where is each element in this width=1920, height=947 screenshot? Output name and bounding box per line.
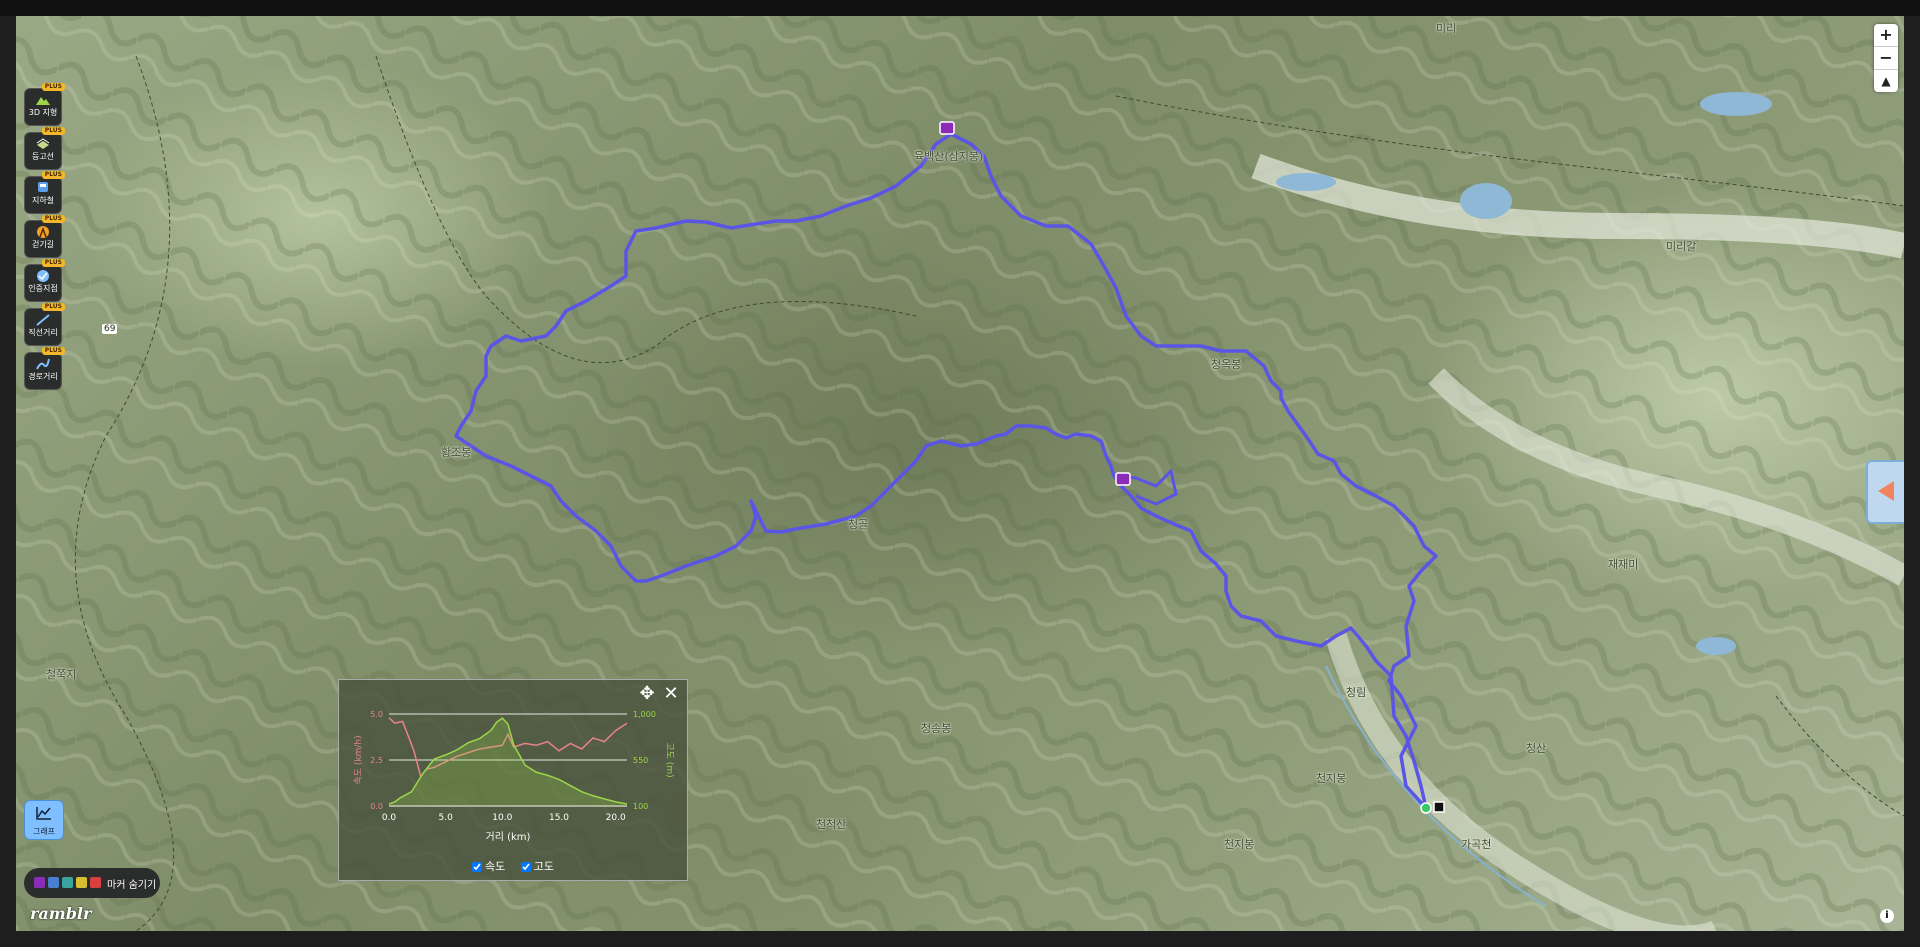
label-peak-3: 황조봉	[441, 446, 472, 459]
label-peak-1: 육백산(삼지봉)	[914, 150, 984, 163]
marker-type-icon	[76, 877, 87, 888]
label-peak-2: 청옥봉	[1211, 358, 1242, 371]
tool-contour-button[interactable]: PLUS 등고선	[24, 127, 65, 170]
compass-reset-button[interactable]: ▲	[1874, 70, 1898, 92]
label-road-2: 청림	[1346, 686, 1367, 699]
side-panel-toggle[interactable]	[1866, 460, 1904, 524]
marker-toggle-label: 마커 숨기기	[107, 880, 157, 891]
contour-layers-icon	[36, 138, 50, 149]
photo-marker	[939, 121, 955, 135]
x-tick-label: 20.0	[606, 813, 626, 823]
marker-type-icon	[62, 877, 73, 888]
chart-legend: 속도 고도	[339, 858, 687, 874]
tool-3d-terrain-button[interactable]: PLUS 3D 지형	[24, 83, 65, 126]
plus-badge: PLUS	[41, 303, 65, 311]
x-tick-label: 15.0	[549, 813, 569, 823]
zoom-in-button[interactable]: +	[1874, 24, 1898, 47]
plus-badge: PLUS	[41, 171, 65, 179]
photo-marker	[1115, 472, 1131, 486]
y-left-tick-label: 0.0	[370, 802, 383, 811]
y-right-axis-label: 고도 (m)	[664, 742, 674, 777]
tool-route-distance-button[interactable]: PLUS 경로거리	[24, 347, 65, 390]
label-peak-8: 천지봉	[1224, 838, 1255, 851]
label-peak-4: 청송봉	[921, 722, 952, 735]
y-left-tick-label: 5.0	[370, 710, 383, 719]
x-tick-label: 10.0	[492, 813, 512, 823]
y-left-axis-label: 속도 (km/h)	[353, 735, 364, 784]
elevation-profile-panel: ✥ ✕ 0.0 5.0 10.0 15.0 20.0 0.0 2.5 5.0 100 550 1,0…	[338, 679, 688, 881]
altitude-checkbox[interactable]	[520, 862, 531, 872]
altitude-area	[389, 718, 627, 806]
graph-button[interactable]: 그래프	[24, 800, 64, 840]
plus-badge: PLUS	[41, 259, 65, 267]
marker-toggle-button[interactable]: 마커 숨기기	[24, 868, 160, 898]
speed-legend-toggle[interactable]: 속도	[472, 860, 505, 873]
label-peak-10: 청골	[848, 518, 869, 531]
altitude-legend-toggle[interactable]: 고도	[520, 860, 554, 873]
route-distance-icon	[36, 358, 50, 370]
plus-badge: PLUS	[41, 127, 65, 135]
x-axis-label: 거리 (km)	[486, 831, 531, 843]
info-icon[interactable]: i	[1880, 909, 1894, 923]
tool-walking-trail-button[interactable]: PLUS 걷기길	[24, 215, 65, 258]
tool-certified-spot-button[interactable]: PLUS 인증지점	[24, 259, 65, 302]
left-toolbar: PLUS 3D 지형 PLUS 등고선 PLUS 지하철 PLUS 걷기길 PL…	[24, 83, 65, 396]
elevation-speed-chart: 0.0 5.0 10.0 15.0 20.0 0.0 2.5 5.0 100 550 1,000 거리…	[353, 710, 674, 843]
zoom-control: + − ▲	[1874, 24, 1898, 92]
terrain-3d-icon	[36, 97, 50, 105]
ramblr-logo: ramblr	[30, 904, 92, 923]
label-road-3: 가곡천	[1461, 838, 1492, 851]
label-village-3: 미리	[1436, 22, 1457, 35]
label-village-2: 재재미	[1608, 558, 1639, 571]
label-peak-5: 철쭉지	[46, 668, 77, 681]
certified-spot-icon	[37, 270, 49, 282]
marker-type-icon	[90, 877, 101, 888]
y-right-tick-label: 550	[633, 756, 648, 765]
y-left-tick-label: 2.5	[370, 756, 383, 765]
x-tick-label: 5.0	[439, 813, 454, 823]
start-marker	[1420, 802, 1432, 814]
y-right-tick-label: 1,000	[633, 710, 656, 719]
chart-icon	[36, 807, 51, 820]
top-bar	[0, 0, 1920, 16]
walking-trail-icon	[37, 226, 49, 238]
ruler-line-icon	[36, 314, 50, 326]
finish-marker	[1433, 801, 1445, 813]
label-road-1: 69	[102, 324, 118, 334]
y-right-tick-label: 100	[633, 802, 648, 811]
map-view[interactable]: 육백산(삼지봉) 청옥봉 황조봉 청송봉 철쭉지 천척산 천지봉 천지봉 청산 …	[16, 16, 1904, 931]
speed-checkbox[interactable]	[472, 862, 482, 872]
triangle-left-icon	[1878, 481, 1894, 501]
label-peak-7: 천지봉	[1316, 772, 1347, 785]
subway-icon	[38, 182, 48, 192]
label-peak-9: 청산	[1526, 742, 1547, 755]
tool-straight-distance-button[interactable]: PLUS 직선거리	[24, 303, 65, 346]
tool-subway-button[interactable]: PLUS 지하철	[24, 171, 65, 214]
label-peak-6: 천척산	[816, 818, 847, 831]
plus-badge: PLUS	[41, 215, 65, 223]
marker-type-icon	[48, 877, 59, 888]
marker-type-icon	[34, 877, 45, 888]
x-tick-label: 0.0	[382, 813, 397, 823]
zoom-out-button[interactable]: −	[1874, 47, 1898, 70]
plus-badge: PLUS	[41, 347, 65, 355]
label-village-1: 미리갈	[1666, 240, 1697, 253]
plus-badge: PLUS	[41, 83, 65, 91]
